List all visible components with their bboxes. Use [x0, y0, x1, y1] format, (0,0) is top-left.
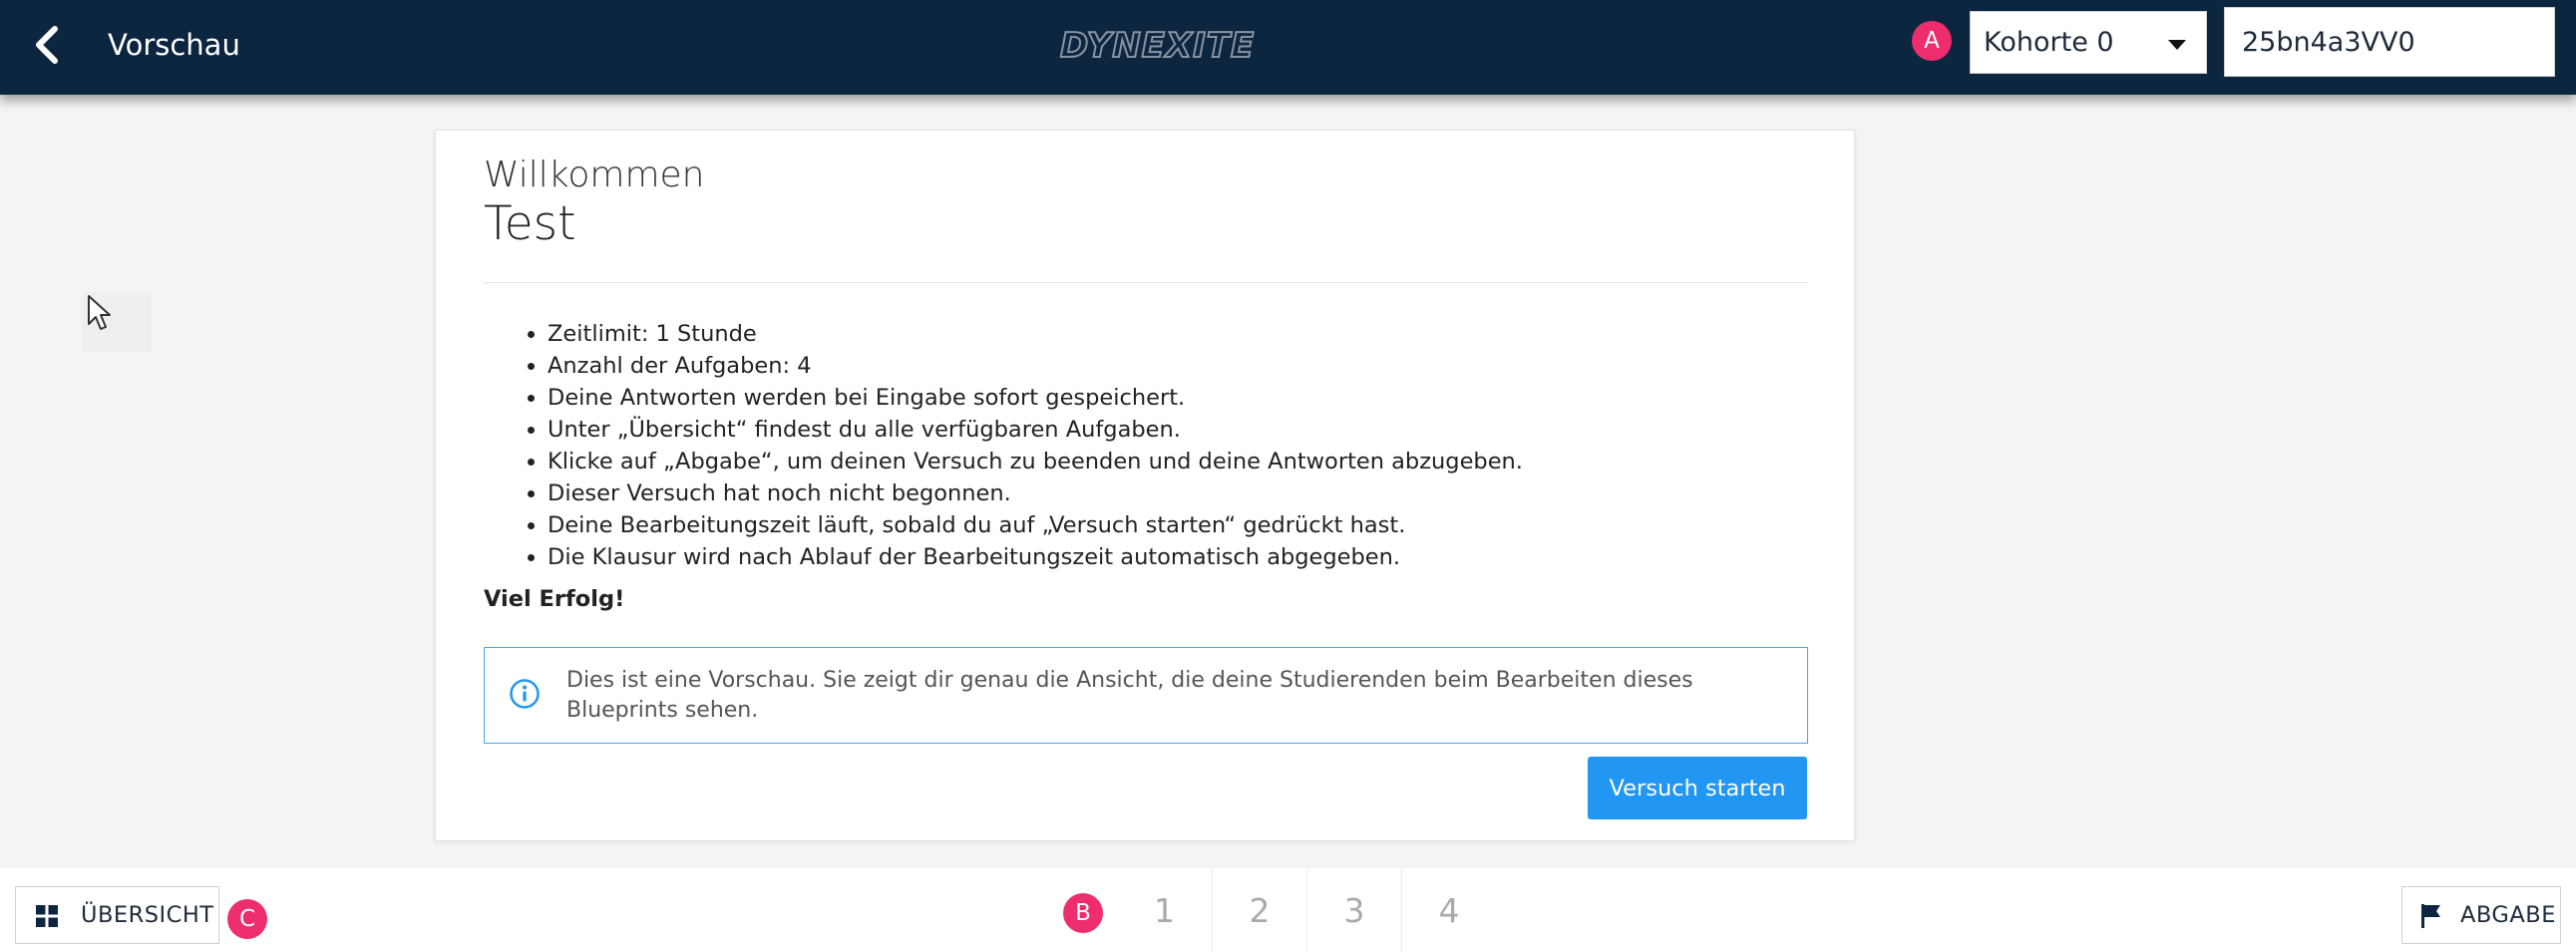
info-text: Dies ist eine Vorschau. Sie zeigt dir ge… [566, 668, 1693, 723]
test-title: Test [484, 196, 576, 251]
back-button[interactable] [22, 20, 72, 70]
flag-icon [2421, 904, 2440, 928]
list-item: Deine Bearbeitungszeit läuft, sobald du … [548, 509, 1794, 541]
info-icon [510, 679, 540, 709]
chevron-left-icon [36, 26, 58, 64]
list-item: Anzahl der Aufgaben: 4 [548, 350, 1794, 382]
code-input[interactable] [2224, 7, 2555, 77]
mouse-cursor-icon [88, 295, 111, 330]
list-item: Die Klausur wird nach Ablauf der Bearbei… [548, 541, 1794, 573]
good-luck-text: Viel Erfolg! [484, 586, 625, 612]
caret-down-icon [2168, 40, 2186, 50]
page-2[interactable]: 2 [1212, 868, 1306, 952]
welcome-heading: Willkommen [484, 155, 705, 195]
annotation-badge-b: B [1063, 893, 1103, 933]
welcome-card: Willkommen Test Zeitlimit: 1 Stunde Anza… [435, 130, 1855, 841]
list-item: Dieser Versuch hat noch nicht begonnen. [548, 477, 1794, 509]
page-title: Vorschau [108, 28, 240, 62]
page-1[interactable]: 1 [1117, 868, 1212, 952]
list-item: Deine Antworten werden bei Eingabe sofor… [548, 382, 1794, 414]
annotation-badge-c: C [227, 899, 267, 939]
overview-button[interactable]: ÜBERSICHT [15, 886, 219, 944]
top-bar: Vorschau DYNEXITE Kohorte 0 [0, 0, 2576, 95]
submit-button[interactable]: ABGABE [2401, 886, 2561, 944]
list-item: Unter „Übersicht“ findest du alle verfüg… [548, 414, 1794, 446]
cohort-select-value: Kohorte 0 [1984, 27, 2114, 58]
overview-label: ÜBERSICHT [81, 902, 214, 928]
annotation-badge-a: A [1912, 21, 1952, 61]
start-attempt-button[interactable]: Versuch starten [1588, 757, 1807, 819]
rules-list: Zeitlimit: 1 Stunde Anzahl der Aufgaben:… [548, 318, 1794, 573]
logo: DYNEXITE [1059, 25, 1256, 67]
preview-info-box: Dies ist eine Vorschau. Sie zeigt dir ge… [484, 647, 1808, 744]
submit-label: ABGABE [2460, 902, 2556, 928]
list-item: Zeitlimit: 1 Stunde [548, 318, 1794, 350]
page-3[interactable]: 3 [1306, 868, 1401, 952]
list-item: Klicke auf „Abgabe“, um deinen Versuch z… [548, 446, 1794, 477]
page-4[interactable]: 4 [1401, 868, 1496, 952]
grid-icon [36, 905, 58, 927]
task-pagination: 1 2 3 4 [1117, 868, 1496, 952]
divider [484, 282, 1808, 283]
bottom-bar: ÜBERSICHT 1 2 3 4 ABGABE [0, 868, 2576, 952]
cohort-select[interactable]: Kohorte 0 [1970, 11, 2207, 74]
